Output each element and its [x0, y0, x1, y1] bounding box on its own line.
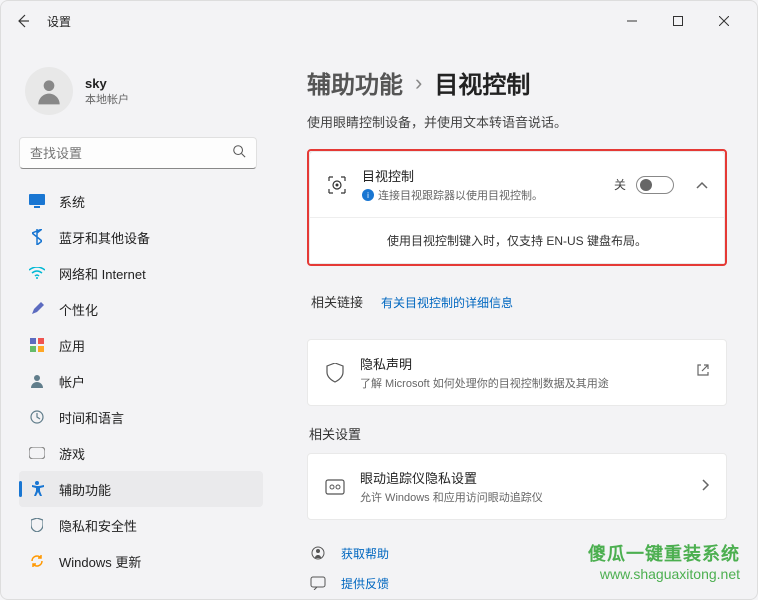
get-help-link[interactable]: 获取帮助: [307, 538, 727, 568]
eye-tracker-privacy-row[interactable]: 眼动追踪仪隐私设置 允许 Windows 和应用访问眼动追踪仪: [308, 454, 726, 519]
feedback-icon: [309, 574, 327, 592]
search-icon: [232, 144, 246, 163]
tracker-icon: [324, 476, 346, 498]
nav-accessibility[interactable]: 辅助功能: [19, 471, 263, 507]
eye-control-desc: 连接目视跟踪器以使用目视控制。: [378, 187, 543, 203]
minimize-icon: [627, 16, 637, 26]
nav-label: 辅助功能: [59, 480, 111, 499]
nav-time-language[interactable]: 时间和语言: [19, 399, 263, 435]
back-button[interactable]: [11, 9, 35, 33]
nav-system[interactable]: 系统: [19, 183, 263, 219]
nav-list: 系统 蓝牙和其他设备 网络和 Internet 个性化 应用 帐户 时间和语言 …: [11, 179, 271, 589]
nav-label: 时间和语言: [59, 408, 124, 427]
nav-label: 帐户: [59, 372, 85, 391]
brush-icon: [29, 301, 45, 317]
breadcrumb-parent[interactable]: 辅助功能: [307, 65, 403, 100]
nav-label: 系统: [59, 192, 85, 211]
avatar: [25, 67, 73, 115]
nav-network[interactable]: 网络和 Internet: [19, 255, 263, 291]
maximize-icon: [673, 16, 683, 26]
external-link-icon: [696, 363, 710, 382]
nav-label: 应用: [59, 336, 85, 355]
eye-control-title: 目视控制: [362, 166, 600, 185]
minimize-button[interactable]: [609, 5, 655, 37]
page-subtitle: 使用眼睛控制设备，并使用文本转语音说话。: [307, 112, 727, 131]
sidebar: sky 本地帐户 系统 蓝牙和其他设备 网络和 Internet 个性化 应用 …: [1, 41, 271, 599]
nav-label: 蓝牙和其他设备: [59, 228, 150, 247]
eye-control-toggle[interactable]: [636, 176, 674, 194]
nav-chevron: [702, 478, 710, 496]
eye-control-row[interactable]: 目视控制 i 连接目视跟踪器以使用目视控制。 关: [310, 152, 724, 218]
nav-label: 隐私和安全性: [59, 516, 137, 535]
privacy-desc: 了解 Microsoft 如何处理你的目视控制数据及其用途: [360, 375, 682, 391]
related-settings-header: 相关设置: [309, 424, 727, 443]
user-name: sky: [85, 76, 129, 91]
feedback-label: 提供反馈: [341, 575, 389, 592]
titlebar: 设置: [1, 1, 757, 41]
bluetooth-icon: [29, 229, 45, 245]
toggle-label: 关: [614, 176, 626, 193]
nav-label: Windows 更新: [59, 552, 141, 571]
expand-chevron[interactable]: [696, 176, 708, 194]
tracker-title: 眼动追踪仪隐私设置: [360, 468, 680, 487]
apps-icon: [29, 337, 45, 353]
nav-label: 网络和 Internet: [59, 264, 146, 283]
feedback-link[interactable]: 提供反馈: [307, 568, 727, 598]
search-box[interactable]: [19, 137, 257, 169]
nav-windows-update[interactable]: Windows 更新: [19, 543, 263, 579]
shield-icon: [324, 362, 346, 384]
nav-label: 个性化: [59, 300, 98, 319]
close-button[interactable]: [701, 5, 747, 37]
window-title: 设置: [47, 13, 71, 30]
accessibility-icon: [29, 481, 45, 497]
highlight-box: 目视控制 i 连接目视跟踪器以使用目视控制。 关: [307, 149, 727, 266]
system-icon: [29, 193, 45, 209]
help-icon: [309, 544, 327, 562]
nav-bluetooth[interactable]: 蓝牙和其他设备: [19, 219, 263, 255]
nav-personalization[interactable]: 个性化: [19, 291, 263, 327]
nav-label: 游戏: [59, 444, 85, 463]
nav-apps[interactable]: 应用: [19, 327, 263, 363]
breadcrumb: 辅助功能 › 目视控制: [307, 65, 727, 100]
nav-accounts[interactable]: 帐户: [19, 363, 263, 399]
chevron-right-icon: [702, 479, 710, 491]
user-info[interactable]: sky 本地帐户: [11, 51, 271, 131]
wifi-icon: [29, 265, 45, 281]
chevron-up-icon: [696, 181, 708, 189]
get-help-label: 获取帮助: [341, 545, 389, 562]
game-icon: [29, 445, 45, 461]
eye-control-note: 使用目视控制键入时，仅支持 EN-US 键盘布局。: [310, 218, 724, 263]
close-icon: [719, 16, 729, 26]
back-arrow-icon: [15, 13, 31, 29]
user-type: 本地帐户: [85, 91, 129, 107]
tracker-desc: 允许 Windows 和应用访问眼动追踪仪: [360, 489, 680, 505]
related-link[interactable]: 有关目视控制的详细信息: [381, 294, 513, 311]
privacy-statement-row[interactable]: 隐私声明 了解 Microsoft 如何处理你的目视控制数据及其用途: [308, 340, 726, 405]
update-icon: [29, 553, 45, 569]
search-input[interactable]: [30, 146, 232, 161]
eye-icon: [326, 174, 348, 196]
main-content: 辅助功能 › 目视控制 使用眼睛控制设备，并使用文本转语音说话。 目视控制 i: [271, 41, 757, 599]
related-links-header: 相关链接: [311, 292, 363, 311]
person-icon: [33, 75, 65, 107]
nav-gaming[interactable]: 游戏: [19, 435, 263, 471]
person-icon: [29, 373, 45, 389]
breadcrumb-separator: ›: [415, 70, 422, 96]
clock-icon: [29, 409, 45, 425]
maximize-button[interactable]: [655, 5, 701, 37]
info-badge-icon: i: [362, 189, 374, 201]
nav-privacy[interactable]: 隐私和安全性: [19, 507, 263, 543]
shield-icon: [29, 517, 45, 533]
breadcrumb-current: 目视控制: [434, 65, 530, 100]
privacy-title: 隐私声明: [360, 354, 682, 373]
